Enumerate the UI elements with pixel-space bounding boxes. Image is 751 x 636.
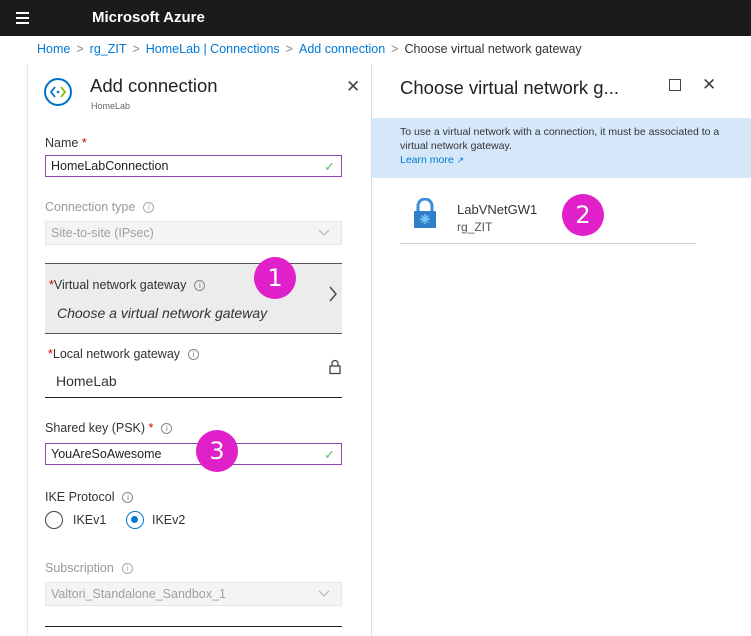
chevron-right-icon: > <box>132 42 140 56</box>
blade-title: Choose virtual network g... <box>400 77 620 98</box>
lng-label: *Local network gateway i <box>48 347 200 361</box>
close-icon[interactable]: ✕ <box>346 78 360 95</box>
callout-badge-1: 1 <box>254 257 296 299</box>
top-bar: Microsoft Azure <box>0 0 751 36</box>
close-icon[interactable]: ✕ <box>702 76 716 93</box>
callout-badge-2: 2 <box>562 194 604 236</box>
maximize-icon[interactable] <box>669 79 681 91</box>
lng-underline <box>45 397 342 398</box>
checkmark-icon: ✓ <box>324 447 335 462</box>
brand-title[interactable]: Microsoft Azure <box>92 9 205 26</box>
blade-subtitle: HomeLab <box>91 101 131 111</box>
info-icon[interactable]: i <box>122 492 134 503</box>
connection-type-label: Connection type i <box>45 200 155 214</box>
breadcrumb-home[interactable]: Home <box>37 42 70 56</box>
gateway-resource-group: rg_ZIT <box>457 220 493 234</box>
info-icon[interactable]: i <box>161 423 173 434</box>
breadcrumb-current: Choose virtual network gateway <box>404 42 582 56</box>
chevron-down-icon <box>318 229 330 236</box>
callout-badge-3: 3 <box>196 430 238 472</box>
ikev1-label[interactable]: IKEv1 <box>73 513 106 527</box>
subscription-select: Valtori_Standalone_Sandbox_1 <box>45 582 342 606</box>
gateway-list-item[interactable]: LabVNetGW1 rg_ZIT <box>400 192 696 244</box>
subscription-label: Subscription i <box>45 561 133 575</box>
lock-gateway-icon <box>414 198 436 228</box>
info-icon[interactable]: i <box>194 280 206 291</box>
virtual-network-gateway-selector[interactable]: *Virtual network gateway i Choose a virtu… <box>45 263 342 334</box>
chevron-right-icon <box>329 286 337 302</box>
external-link-icon: ↗ <box>456 155 465 165</box>
blade-title: Add connection <box>90 75 218 96</box>
ikev1-radio[interactable] <box>45 511 63 529</box>
lng-value: HomeLab <box>56 373 117 389</box>
info-icon[interactable]: i <box>188 349 200 360</box>
bottom-underline <box>45 626 342 627</box>
info-icon[interactable]: i <box>143 202 155 213</box>
hamburger-menu-icon[interactable] <box>14 8 34 28</box>
ike-label: IKE Protocol i <box>45 490 134 504</box>
chevron-right-icon: > <box>391 42 399 56</box>
vng-placeholder: Choose a virtual network gateway <box>57 305 268 321</box>
add-connection-blade: Add connection HomeLab ✕ Name * HomeLabC… <box>27 64 372 636</box>
lock-icon <box>329 359 341 375</box>
breadcrumb: Home > rg_ZIT > HomeLab | Connections > Add co… <box>37 42 582 56</box>
chevron-right-icon: > <box>285 42 293 56</box>
connection-icon <box>44 78 72 106</box>
vng-label: *Virtual network gateway i <box>49 278 206 292</box>
info-banner: To use a virtual network with a connecti… <box>372 118 751 178</box>
name-label: Name * <box>45 136 87 150</box>
psk-label: Shared key (PSK) * i <box>45 421 173 435</box>
connection-type-select: Site-to-site (IPsec) <box>45 221 342 245</box>
chevron-right-icon: > <box>76 42 84 56</box>
choose-gateway-blade: Choose virtual network g... ✕ To use a v… <box>372 64 751 636</box>
ikev2-radio[interactable] <box>126 511 144 529</box>
learn-more-link[interactable]: Learn more ↗ <box>400 154 464 166</box>
psk-input[interactable]: YouAreSoAwesome ✓ <box>45 443 342 465</box>
name-input[interactable]: HomeLabConnection ✓ <box>45 155 342 177</box>
breadcrumb-connections[interactable]: HomeLab | Connections <box>146 42 280 56</box>
chevron-down-icon <box>318 590 330 597</box>
checkmark-icon: ✓ <box>324 159 335 174</box>
gateway-name: LabVNetGW1 <box>457 202 538 217</box>
ikev2-label[interactable]: IKEv2 <box>152 513 185 527</box>
breadcrumb-add-connection[interactable]: Add connection <box>299 42 385 56</box>
info-icon[interactable]: i <box>121 563 133 574</box>
breadcrumb-resource-group[interactable]: rg_ZIT <box>90 42 127 56</box>
